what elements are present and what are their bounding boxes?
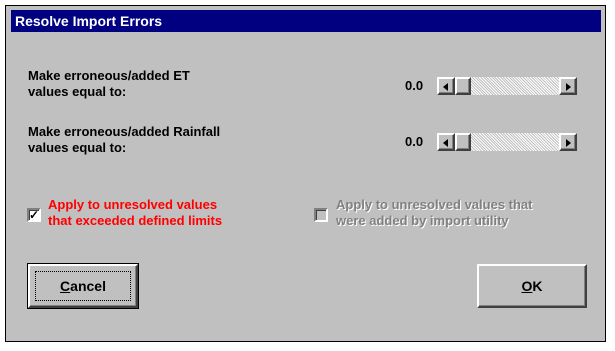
resolve-import-errors-dialog: Resolve Import Errors Make erroneous/add… [5, 5, 606, 342]
focus-ring [35, 271, 131, 301]
rainfall-scroll-left-button[interactable] [437, 133, 455, 151]
et-value: 0.0 [405, 78, 424, 93]
added-by-import-label: Apply to unresolved values that were add… [336, 197, 533, 229]
exceeded-limits-line1: Apply to unresolved values [48, 197, 218, 212]
rainfall-label-line1: Make erroneous/added Rainfall [28, 124, 221, 139]
arrow-right-icon [566, 83, 571, 91]
exceeded-limits-label[interactable]: Apply to unresolved values that exceeded… [48, 197, 222, 229]
arrow-left-icon [443, 83, 448, 91]
exceeded-limits-line2: that exceeded defined limits [48, 213, 223, 228]
added-by-import-line1: Apply to unresolved values that [336, 197, 533, 212]
arrow-right-icon [566, 139, 571, 147]
check-icon: ✓ [29, 208, 40, 222]
title-bar: Resolve Import Errors [11, 10, 601, 32]
rainfall-value: 0.0 [405, 134, 424, 149]
et-scroll-right-button[interactable] [559, 77, 577, 95]
ok-accel: O [521, 278, 533, 294]
et-scroll-thumb[interactable] [455, 77, 471, 95]
arrow-left-icon [443, 139, 448, 147]
et-label-line1: Make erroneous/added ET [28, 68, 190, 83]
rainfall-scrollbar[interactable] [437, 133, 577, 151]
et-scroll-left-button[interactable] [437, 77, 455, 95]
ok-label: K [532, 278, 543, 294]
added-by-import-line2: were added by import utility [336, 213, 509, 228]
rainfall-scroll-right-button[interactable] [559, 133, 577, 151]
added-by-import-checkbox [314, 208, 328, 222]
exceeded-limits-checkbox[interactable]: ✓ [27, 208, 41, 222]
rainfall-scroll-thumb[interactable] [455, 133, 471, 151]
rainfall-label: Make erroneous/added Rainfall values equ… [28, 124, 220, 156]
et-label-line2: values equal to: [28, 84, 127, 99]
ok-button[interactable]: OK [477, 264, 587, 308]
et-label: Make erroneous/added ET values equal to: [28, 68, 190, 100]
window-title: Resolve Import Errors [15, 13, 163, 29]
rainfall-label-line2: values equal to: [28, 140, 127, 155]
cancel-button[interactable]: Cancel [27, 263, 139, 309]
et-scrollbar[interactable] [437, 77, 577, 95]
